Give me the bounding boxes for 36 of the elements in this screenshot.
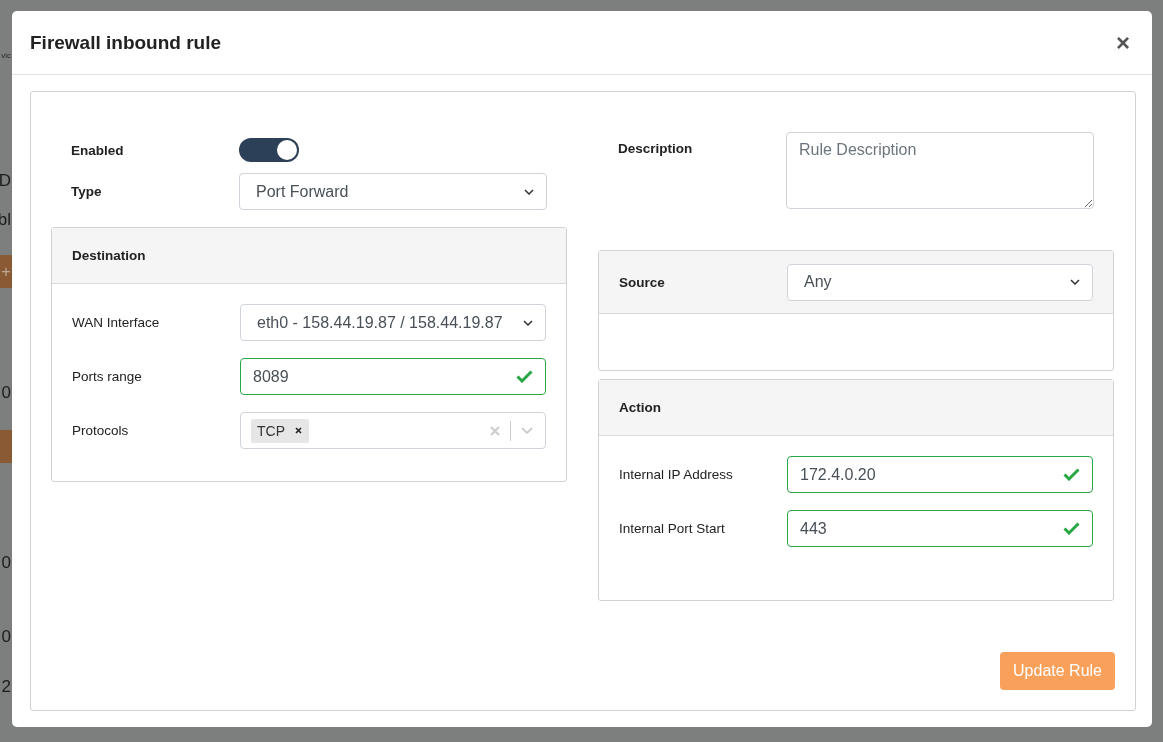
protocol-tag: TCP	[251, 418, 309, 443]
check-icon	[1063, 522, 1080, 535]
background-text: D	[0, 171, 11, 191]
enabled-toggle[interactable]	[239, 138, 299, 162]
modal-title: Firewall inbound rule	[30, 31, 222, 54]
chevron-down-icon	[524, 188, 534, 195]
description-field[interactable]: Rule Description	[786, 132, 1094, 209]
background-text: vic	[1, 50, 11, 60]
field-label: WAN Interface	[72, 315, 161, 330]
type-select[interactable]: Port Forward	[239, 173, 547, 210]
chevron-down-icon	[1070, 279, 1080, 285]
input-field[interactable]: 443	[787, 510, 1093, 547]
background-text: 0	[1, 553, 11, 573]
input-field[interactable]: 172.4.0.20	[787, 456, 1093, 493]
field-label: Ports range	[72, 369, 143, 384]
panel-title: Action	[619, 400, 662, 415]
close-button[interactable]: ×	[1112, 28, 1134, 57]
input-field[interactable]: 8089	[240, 358, 546, 395]
field-label: Internal Port Start	[619, 521, 726, 536]
source-select[interactable]: Any	[787, 263, 1093, 301]
multi-select-field[interactable]: TCP	[240, 412, 546, 449]
panel-title: Source	[619, 274, 666, 290]
background-text: 0	[1, 383, 11, 403]
field-label: Description	[618, 140, 694, 156]
background-text: 2	[1, 677, 11, 697]
field-label: Type	[71, 184, 103, 199]
field-label: Internal IP Address	[619, 467, 734, 482]
chevron-down-icon	[523, 319, 533, 326]
remove-icon[interactable]	[295, 427, 302, 434]
field-label: Enabled	[71, 142, 125, 158]
check-icon	[1063, 468, 1080, 481]
check-icon	[516, 370, 533, 383]
select-field[interactable]: eth0 - 158.44.19.87 / 158.44.19.87	[240, 304, 546, 341]
field-label: Protocols	[72, 423, 130, 438]
background-text: 0	[1, 627, 11, 647]
panel-title: Destination	[72, 248, 147, 263]
